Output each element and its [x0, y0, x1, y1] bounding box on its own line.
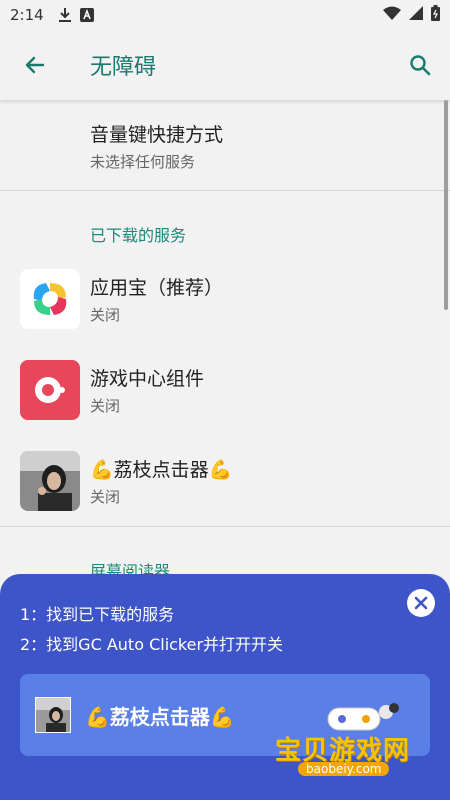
watermark-url: baobeiy.com	[298, 762, 390, 776]
service-title: 游戏中心组件	[90, 368, 205, 390]
divider	[0, 526, 450, 527]
app-bar: 无障碍	[0, 30, 450, 100]
target-service-label: 💪荔枝点击器💪	[85, 704, 235, 729]
service-item-lizhi-clicker[interactable]: 💪荔枝点击器💪 关闭	[0, 436, 450, 526]
shortcut-subtitle: 未选择任何服务	[90, 153, 196, 171]
back-button[interactable]	[0, 30, 70, 100]
avatar-thumb-icon	[35, 697, 71, 733]
close-button[interactable]	[407, 589, 435, 617]
a-badge-icon	[79, 8, 94, 22]
volume-key-shortcut-item[interactable]: 音量键快捷方式 未选择任何服务	[0, 100, 450, 190]
search-icon	[410, 55, 431, 76]
status-time: 2:14	[10, 6, 44, 24]
section-header-downloaded: 已下载的服务	[90, 226, 187, 245]
yingyongbao-icon	[20, 269, 80, 329]
gamepad-icon	[327, 703, 399, 731]
divider	[0, 190, 450, 191]
guide-step-1: 1：找到已下载的服务	[20, 605, 175, 624]
arrow-back-icon	[25, 56, 45, 74]
service-status: 关闭	[90, 397, 121, 415]
status-bar: 2:14	[0, 0, 450, 30]
service-title: 💪荔枝点击器💪	[90, 459, 233, 481]
scrollbar-thumb[interactable]	[444, 100, 448, 310]
service-status: 关闭	[90, 306, 121, 324]
service-item-yingyongbao[interactable]: 应用宝（推荐） 关闭	[0, 254, 450, 344]
page-title: 无障碍	[90, 55, 157, 80]
avatar-photo-icon	[20, 451, 80, 511]
search-button[interactable]	[390, 30, 450, 100]
guide-step-2: 2：找到GC Auto Clicker并打开开关	[20, 635, 284, 654]
service-status: 关闭	[90, 488, 121, 506]
signal-icon	[409, 6, 423, 24]
shortcut-title: 音量键快捷方式	[90, 124, 224, 146]
watermark-logo: 宝贝游戏网 baobeiy.com	[270, 700, 450, 792]
service-title: 应用宝（推荐）	[90, 277, 224, 299]
wifi-icon	[383, 6, 401, 24]
game-center-icon	[20, 360, 80, 420]
battery-icon	[431, 5, 440, 25]
close-icon	[414, 596, 428, 610]
download-icon	[58, 7, 72, 23]
service-item-game-center[interactable]: 游戏中心组件 关闭	[0, 345, 450, 435]
